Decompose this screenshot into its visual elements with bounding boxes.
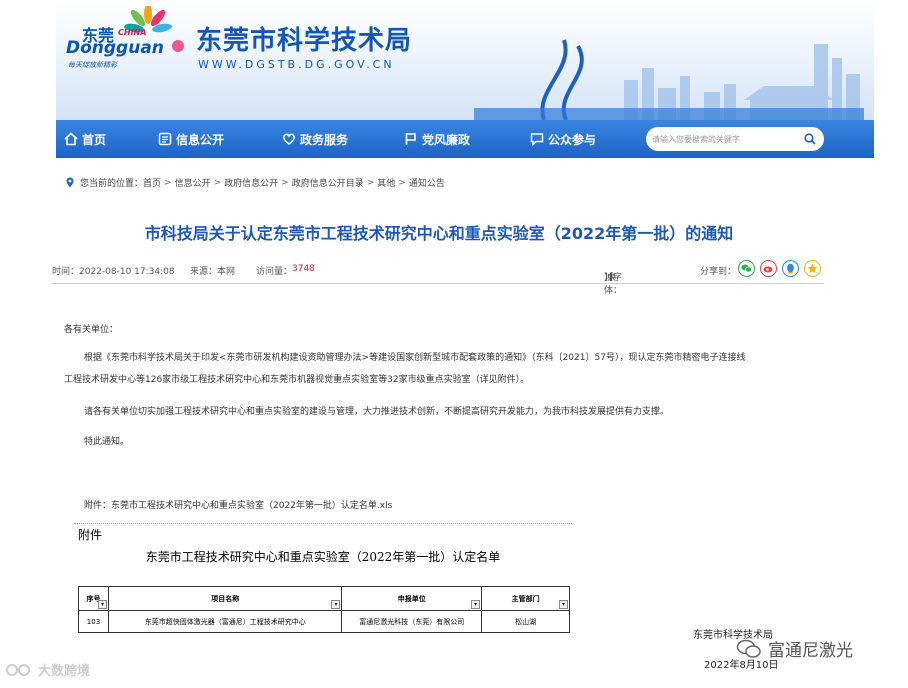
sheet-top-border (74, 518, 572, 524)
cell-department: 松山湖 (481, 610, 570, 633)
sheet-table: 序号 ▾ 项目名称 ▾ 申报单位 ▾ 主管部门 ▾ 103 东莞市超快固体激光器（富通尼… (78, 586, 570, 633)
filter-dropdown-icon[interactable]: ▾ (97, 600, 107, 609)
breadcrumb-separator: > (164, 177, 172, 188)
watermark-left: 大数跨境 (6, 660, 90, 679)
font-size-bracket: 】 (604, 273, 614, 283)
share-qq-button[interactable] (782, 260, 799, 277)
site-title: 东莞市科学技术局 (196, 26, 413, 56)
article-title: 市科技局关于认定东莞市工程技术研究中心和重点实验室（2022年第一批）的通知 (144, 224, 734, 243)
wechat-watermark-icon (736, 639, 761, 658)
search-icon[interactable] (804, 133, 816, 145)
home-icon (64, 132, 78, 146)
breadcrumb-info-public[interactable]: 信息公开 (175, 176, 211, 189)
cell-project: 东莞市超快固体激光器（富通尼）工程技术研究中心 (107, 610, 343, 633)
watermark-right-text: 富通尼激光 (768, 641, 853, 661)
cell-index: 103 (78, 610, 109, 633)
column-header-applicant: 申报单位 ▾ (341, 586, 483, 611)
filter-dropdown-icon[interactable]: ▾ (331, 600, 341, 609)
nav-item-label: 信息公开 (176, 132, 225, 147)
wechat-icon (741, 264, 752, 273)
chat-icon (530, 133, 544, 146)
nav-item-label: 首页 (82, 132, 107, 147)
nav-item-label: 政务服务 (300, 132, 349, 147)
site-url: WWW.DGSTB.DG.GOV.CN (198, 58, 395, 71)
views-label: 访问量： (256, 267, 293, 277)
main-nav-bar: 首页 信息公开 政务服务 党风廉政 公众参与 (56, 120, 874, 158)
share-weibo-button[interactable] (760, 260, 777, 277)
column-header-index: 序号 ▾ (78, 586, 109, 611)
article-source: 来源：本网 (190, 267, 236, 277)
share-qzone-button[interactable] (804, 260, 821, 277)
column-header-project: 项目名称 ▾ (107, 586, 343, 611)
logo-slogan: 每天绽放新精彩 (68, 61, 117, 69)
nav-item-gov-services[interactable]: 政务服务 (282, 120, 348, 158)
breadcrumb-gov-info-public[interactable]: 政府信息公开 (224, 176, 278, 189)
flag-icon (405, 133, 416, 145)
search-box (646, 127, 824, 151)
share-label: 分享到： (700, 267, 737, 277)
article-meta-bar: 时间：2022-08-10 17:34:08 来源：本网 访问量： 3748 【… (52, 258, 824, 296)
sheet-title: 东莞市工程技术研究中心和重点实验室（2022年第一批）认定名单 (145, 550, 501, 564)
table-row: 103 东莞市超快固体激光器（富通尼）工程技术研究中心 富通尼激光科技（东莞）有… (78, 610, 570, 633)
attachment-spreadsheet-image: 附件 东莞市工程技术研究中心和重点实验室（2022年第一批）认定名单 序号 ▾ 项… (74, 518, 572, 640)
location-pin-icon (66, 177, 74, 188)
breadcrumb-other[interactable]: 其他 (377, 176, 395, 189)
sheet-attachment-label: 附件 (78, 528, 103, 542)
logo-english-text: Dongguan (66, 38, 164, 58)
breadcrumb: 您当前的位置： 首页 > 信息公开 > 政府信息公开 > 政府信息公开目录 > … (66, 176, 445, 189)
greeting: 各有关单位： (64, 325, 119, 335)
watermark-right: 富通尼激光 (736, 636, 853, 661)
city-skyline-icon (474, 39, 864, 120)
breadcrumb-separator: > (366, 177, 375, 188)
column-header-department: 主管部门 ▾ (481, 586, 570, 611)
watermark-left-text: 大数跨境 (38, 664, 91, 679)
breadcrumb-notices[interactable]: 通知公告 (409, 176, 445, 189)
attachment-link[interactable]: 附件：东莞市工程技术研究中心和重点实验室（2022年第一批）认定名单.xls (84, 496, 392, 516)
site-header-banner: 东莞 CHINA Dongguan 每天绽放新精彩 东莞市科学技术局 WWW.D… (56, 0, 874, 120)
publish-time: 时间：2022-08-10 17:34:08 (52, 267, 175, 277)
nav-item-home[interactable]: 首页 (64, 120, 106, 158)
search-input[interactable] (652, 134, 797, 144)
nav-item-public-participation[interactable]: 公众参与 (530, 120, 596, 158)
paragraph-2: 请各有关单位切实加强工程技术研究中心和重点实验室的建设与管理，大力推进技术创新，… (84, 407, 670, 417)
breadcrumb-separator: > (213, 177, 222, 188)
breadcrumb-prefix: 您当前的位置： (80, 179, 144, 189)
info-icon (158, 132, 172, 146)
qzone-icon (807, 263, 818, 274)
breadcrumb-home[interactable]: 首页 (143, 176, 161, 189)
breadcrumb-separator: > (398, 177, 406, 188)
nav-item-label: 党风廉政 (422, 132, 471, 147)
nav-item-label: 公众参与 (548, 132, 597, 147)
breadcrumb-separator: > (281, 177, 289, 188)
cell-applicant: 富通尼激光科技（东莞）有限公司 (341, 610, 483, 633)
nav-item-party-integrity[interactable]: 党风廉政 (404, 120, 470, 158)
heart-icon (282, 133, 296, 145)
paragraph-3: 特此通知。 (84, 437, 130, 447)
paragraph-1-line-1: 根据《东莞市科学技术局关于印发<东莞市研发机构建设资助管理办法>等建设国家创新型… (84, 353, 746, 363)
breadcrumb-gov-info-catalog[interactable]: 政府信息公开目录 (292, 176, 364, 189)
nav-item-info-public[interactable]: 信息公开 (158, 120, 224, 158)
share-wechat-button[interactable] (738, 260, 755, 277)
qq-icon (787, 263, 794, 274)
paragraph-1-line-2: 工程技术研发中心等126家市级工程技术研究中心和东莞市机器视觉重点实验室等32家… (64, 375, 530, 385)
table-header-row: 序号 ▾ 项目名称 ▾ 申报单位 ▾ 主管部门 ▾ (78, 586, 570, 611)
filter-active-icon[interactable]: ▾ (471, 600, 481, 609)
weibo-icon (763, 266, 773, 273)
views-count: 3748 (292, 264, 315, 274)
filter-dropdown-icon[interactable]: ▾ (559, 600, 568, 609)
logo-china-text: CHINA (118, 28, 147, 37)
watermark-logo-icon (6, 663, 30, 676)
